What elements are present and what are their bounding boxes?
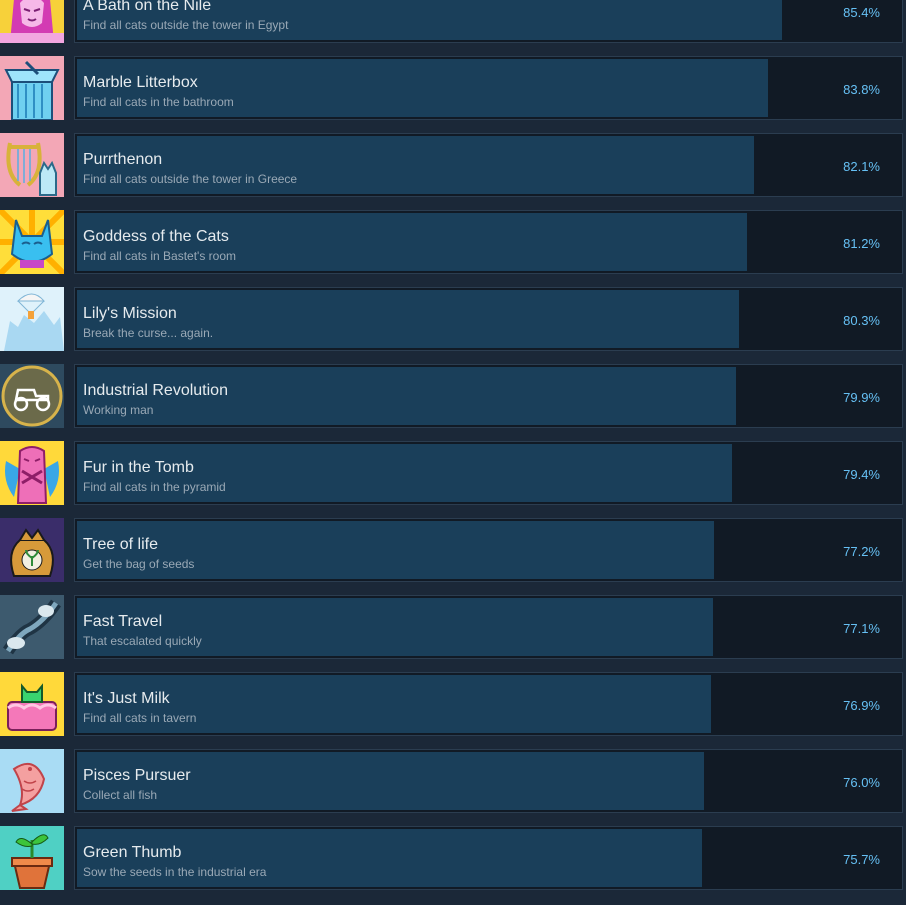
portal-icon [0,595,64,659]
lyre-cat-icon [0,133,64,197]
unlock-percentage: 79.9% [843,390,880,405]
progress-bar: Fur in the Tomb Find all cats in the pyra… [74,441,903,505]
achievement-description: Break the curse... again. [83,326,214,340]
achievement-title: A Bath on the Nile [83,0,212,14]
achievement-title: Goddess of the Cats [83,228,229,245]
achievement-title: Fast Travel [83,613,163,630]
progress-bar: Goddess of the Cats Find all cats in Bast… [74,210,903,274]
marble-litterbox-icon [0,56,64,120]
achievement-list: A Bath on the Nile Find all cats outside … [0,0,906,903]
progress-bar: Industrial Revolution Working man 79.9% [74,364,903,428]
unlock-percentage: 85.4% [843,5,880,20]
progress-bar: A Bath on the Nile Find all cats outside … [74,0,903,43]
achievement-row[interactable]: Pisces Pursuer Collect all fish 76.0% [0,749,906,826]
achievement-description: Find all cats in the pyramid [83,480,226,494]
achievement-description: Sow the seeds in the industrial era [83,865,267,879]
achievement-row[interactable]: Purrthenon Find all cats outside the towe… [0,133,906,210]
seed-bag-icon [0,518,64,582]
parachute-tower-icon [0,287,64,351]
achievement-description: Working man [83,403,154,417]
achievement-title: Tree of life [83,536,158,553]
unlock-percentage: 80.3% [843,313,880,328]
progress-bar: Marble Litterbox Find all cats in the bat… [74,56,903,120]
achievement-title: Fur in the Tomb [83,459,194,476]
unlock-percentage: 77.2% [843,544,880,559]
bastet-cat-icon [0,210,64,274]
fish-icon [0,749,64,813]
unlock-percentage: 76.9% [843,698,880,713]
unlock-percentage: 75.7% [843,852,880,867]
progress-bar: Tree of life Get the bag of seeds 77.2% [74,518,903,582]
mummy-cat-icon [0,441,64,505]
achievement-row[interactable]: A Bath on the Nile Find all cats outside … [0,0,906,56]
achievement-title: Industrial Revolution [83,382,228,399]
unlock-percentage: 76.0% [843,775,880,790]
unlock-percentage: 83.8% [843,82,880,97]
achievement-title: Marble Litterbox [83,74,198,91]
progress-bar: Pisces Pursuer Collect all fish 76.0% [74,749,903,813]
achievement-row[interactable]: Goddess of the Cats Find all cats in Bast… [0,210,906,287]
achievement-row[interactable]: Green Thumb Sow the seeds in the industri… [0,826,906,903]
achievement-description: Get the bag of seeds [83,557,195,571]
cake-cat-icon [0,672,64,736]
achievement-title: Pisces Pursuer [83,767,191,784]
unlock-percentage: 82.1% [843,159,880,174]
sphinx-cat-icon [0,0,64,43]
achievement-row[interactable]: Tree of life Get the bag of seeds 77.2% [0,518,906,595]
unlock-percentage: 79.4% [843,467,880,482]
achievement-description: Find all cats outside the tower in Greec… [83,172,298,186]
progress-bar: Lily's Mission Break the curse... again. 8… [74,287,903,351]
unlock-percentage: 77.1% [843,621,880,636]
achievement-title: It's Just Milk [83,690,170,707]
achievement-description: Find all cats in the bathroom [83,95,234,109]
unlock-percentage: 81.2% [843,236,880,251]
progress-bar: It's Just Milk Find all cats in tavern 76.… [74,672,903,736]
achievement-title: Green Thumb [83,844,182,861]
achievement-row[interactable]: It's Just Milk Find all cats in tavern 76.… [0,672,906,749]
progress-bar: Purrthenon Find all cats outside the towe… [74,133,903,197]
progress-bar: Fast Travel That escalated quickly 77.1% [74,595,903,659]
achievement-title: Lily's Mission [83,305,177,322]
achievement-description: Find all cats in Bastet's room [83,249,237,263]
achievement-row[interactable]: Industrial Revolution Working man 79.9% [0,364,906,441]
potted-sprout-icon [0,826,64,890]
achievement-row[interactable]: Fur in the Tomb Find all cats in the pyra… [0,441,906,518]
achievement-row[interactable]: Marble Litterbox Find all cats in the bat… [0,56,906,133]
achievement-row[interactable]: Fast Travel That escalated quickly 77.1% [0,595,906,672]
achievement-description: Find all cats outside the tower in Egypt [83,18,289,32]
achievement-title: Purrthenon [83,151,163,168]
achievement-description: Find all cats in tavern [83,711,197,725]
automobile-icon [0,364,64,428]
progress-bar: Green Thumb Sow the seeds in the industri… [74,826,903,890]
achievement-description: Collect all fish [83,788,158,802]
achievement-description: That escalated quickly [83,634,202,648]
achievement-row[interactable]: Lily's Mission Break the curse... again. 8… [0,287,906,364]
